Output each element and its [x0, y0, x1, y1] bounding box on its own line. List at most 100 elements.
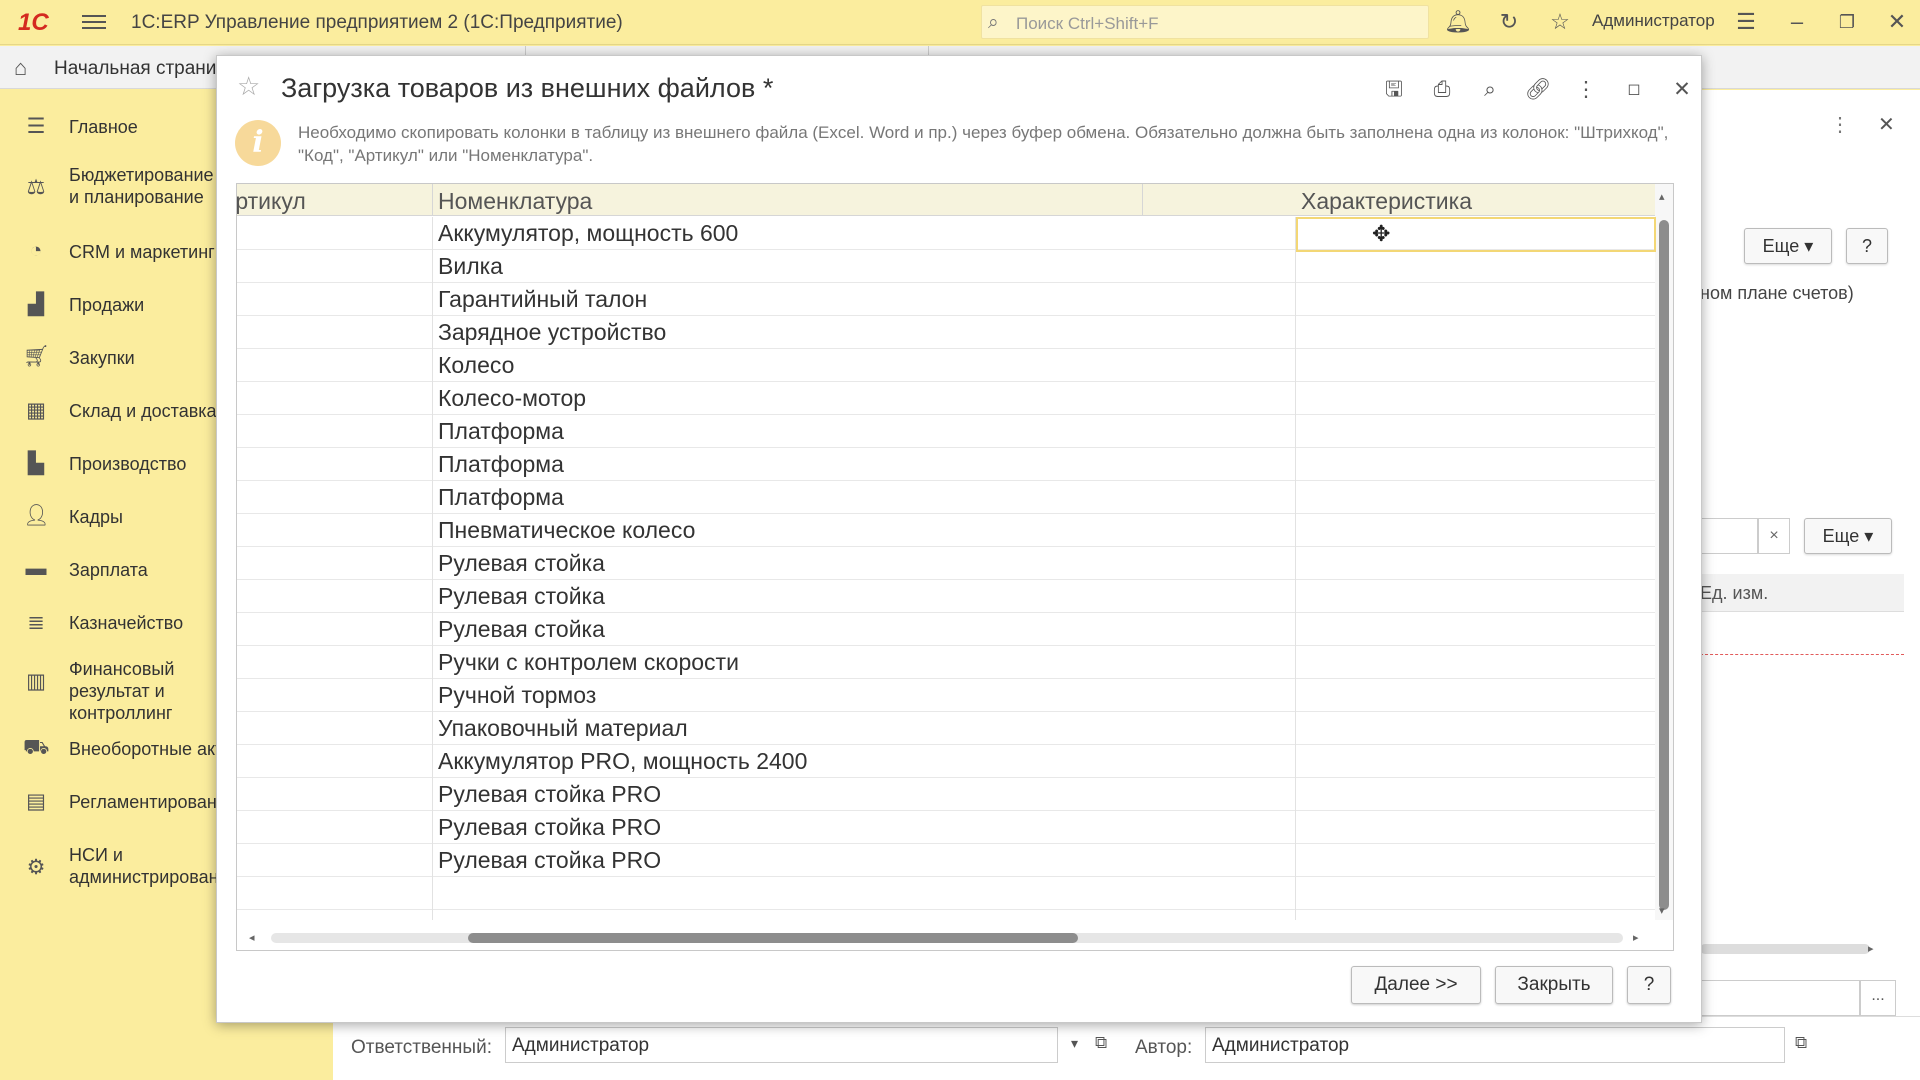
table-row[interactable]: Рулевая стойка PRO	[237, 778, 1655, 811]
characteristic-cell[interactable]	[1296, 250, 1656, 283]
table-row[interactable]: Рулевая стойка PRO	[237, 844, 1655, 877]
nomenclature-cell[interactable]: Аккумулятор, мощность 600	[433, 217, 1296, 250]
tab-home[interactable]: Начальная страница	[54, 58, 238, 80]
nomenclature-cell[interactable]: Зарядное устройство	[433, 316, 1296, 349]
horizontal-scrollbar[interactable]	[1700, 944, 1870, 954]
characteristic-cell[interactable]	[1296, 646, 1656, 679]
main-menu-icon[interactable]	[82, 11, 106, 33]
text-input[interactable]	[1700, 980, 1860, 1016]
goods-table[interactable]: Артикул Номенклатура Характеристика Акку…	[236, 183, 1674, 951]
sidebar-item-main[interactable]: ☰ Главное	[0, 106, 217, 146]
selected-cell[interactable]	[1296, 217, 1656, 252]
characteristic-cell[interactable]	[1296, 547, 1656, 580]
characteristic-cell[interactable]	[1296, 613, 1656, 646]
nomenclature-cell[interactable]: Платформа	[433, 448, 1296, 481]
article-cell[interactable]	[237, 547, 433, 580]
article-cell[interactable]	[237, 877, 433, 910]
save-icon[interactable]: 🖫︎	[1379, 75, 1409, 105]
characteristic-cell[interactable]	[1296, 514, 1656, 547]
nomenclature-cell[interactable]: Рулевая стойка PRO	[433, 778, 1296, 811]
article-cell[interactable]	[237, 679, 433, 712]
favorites-star-icon[interactable]: ☆	[1546, 9, 1574, 37]
sidebar-item-finance[interactable]: ▥ Финансовый результат и контроллинг	[0, 655, 217, 723]
sidebar-item-purchases[interactable]: 🛒︎ Закупки	[0, 337, 217, 377]
table-row[interactable]: Аккумулятор PRO, мощность 2400	[237, 745, 1655, 778]
more-button[interactable]: Еще ▾	[1744, 228, 1832, 264]
characteristic-cell[interactable]	[1296, 679, 1656, 712]
vertical-scroll-thumb[interactable]	[1659, 220, 1669, 910]
author-field[interactable]: Администратор	[1205, 1027, 1785, 1063]
characteristic-cell[interactable]	[1296, 811, 1656, 844]
characteristic-cell[interactable]	[1296, 580, 1656, 613]
ellipsis-button[interactable]: ...	[1860, 980, 1896, 1016]
open-responsible-icon[interactable]: ⧉	[1095, 1033, 1107, 1053]
article-cell[interactable]	[237, 646, 433, 679]
nomenclature-cell[interactable]: Рулевая стойка PRO	[433, 844, 1296, 877]
characteristic-cell[interactable]	[1296, 877, 1656, 910]
table-row[interactable]: Рулевая стойка	[237, 580, 1655, 613]
close-dialog-icon[interactable]: ✕	[1667, 75, 1697, 105]
sidebar-item-regulated[interactable]: ▤ Регламентированный учет	[0, 781, 217, 821]
nomenclature-cell[interactable]: Рулевая стойка PRO	[433, 811, 1296, 844]
characteristic-cell[interactable]	[1296, 349, 1656, 382]
more-button-2[interactable]: Еще ▾	[1804, 518, 1892, 554]
sidebar-item-production[interactable]: ▙ Производство	[0, 443, 217, 483]
nomenclature-cell[interactable]: Вилка	[433, 250, 1296, 283]
clear-filter-button[interactable]: ×	[1758, 518, 1790, 554]
nomenclature-cell[interactable]: Колесо	[433, 349, 1296, 382]
sidebar-item-salary[interactable]: ▬ Зарплата	[0, 549, 217, 589]
open-author-icon[interactable]: ⧉	[1795, 1033, 1807, 1053]
nomenclature-cell[interactable]: Рулевая стойка	[433, 613, 1296, 646]
characteristic-cell[interactable]	[1296, 448, 1656, 481]
scroll-left-arrow-icon[interactable]: ◂	[249, 931, 255, 944]
characteristic-cell[interactable]	[1296, 415, 1656, 448]
article-cell[interactable]	[237, 613, 433, 646]
article-cell[interactable]	[237, 811, 433, 844]
help-button[interactable]: ?	[1846, 228, 1888, 264]
search-input[interactable]: ⌕ Поиск Ctrl+Shift+F	[981, 5, 1429, 39]
table-row[interactable]: Колесо-мотор	[237, 382, 1655, 415]
article-cell[interactable]	[237, 481, 433, 514]
sidebar-item-assets[interactable]: ⛟ Внеоборотные активы	[0, 728, 217, 768]
minimize-icon[interactable]: –	[1783, 9, 1811, 37]
characteristic-cell[interactable]	[1296, 745, 1656, 778]
responsible-field[interactable]: Администратор	[505, 1027, 1058, 1063]
scroll-up-arrow-icon[interactable]: ▴	[1659, 190, 1665, 203]
nomenclature-cell[interactable]: Аккумулятор PRO, мощность 2400	[433, 745, 1296, 778]
table-row[interactable]: Ручной тормоз	[237, 679, 1655, 712]
column-header-article[interactable]: Артикул	[237, 184, 433, 216]
nomenclature-cell[interactable]	[433, 877, 1296, 910]
table-row[interactable]: Вилка	[237, 250, 1655, 283]
nomenclature-cell[interactable]: Ручной тормоз	[433, 679, 1296, 712]
article-cell[interactable]	[237, 844, 433, 877]
sidebar-item-admin[interactable]: ⚙ НСИ и администрирование	[0, 841, 217, 891]
print-icon[interactable]: ⎙	[1427, 75, 1457, 105]
table-row[interactable]: Колесо	[237, 349, 1655, 382]
table-row[interactable]: Платформа	[237, 415, 1655, 448]
table-row[interactable]: Ручки с контролем скорости	[237, 646, 1655, 679]
characteristic-cell[interactable]	[1296, 778, 1656, 811]
nomenclature-cell[interactable]: Пневматическое колесо	[433, 514, 1296, 547]
table-row[interactable]: Пневматическое колесо	[237, 514, 1655, 547]
home-icon[interactable]: ⌂	[14, 55, 27, 81]
table-row[interactable]: Рулевая стойка	[237, 613, 1655, 646]
vertical-scrollbar[interactable]: ▴ ▾	[1655, 184, 1673, 920]
nomenclature-cell[interactable]: Платформа	[433, 481, 1296, 514]
article-cell[interactable]	[237, 712, 433, 745]
characteristic-cell[interactable]	[1296, 382, 1656, 415]
history-icon[interactable]: ↻	[1495, 9, 1523, 37]
sidebar-item-crm[interactable]: ◔ CRM и маркетинг	[0, 231, 217, 271]
characteristic-cell[interactable]	[1296, 316, 1656, 349]
table-row[interactable]: Рулевая стойка	[237, 547, 1655, 580]
article-cell[interactable]	[237, 382, 433, 415]
nomenclature-cell[interactable]: Рулевая стойка	[433, 580, 1296, 613]
filter-input[interactable]	[1700, 518, 1758, 554]
table-row[interactable]: Платформа	[237, 448, 1655, 481]
nomenclature-cell[interactable]: Платформа	[433, 415, 1296, 448]
close-window-icon[interactable]: ✕	[1883, 9, 1911, 37]
sidebar-item-hr[interactable]: 👤︎ Кадры	[0, 496, 217, 536]
article-cell[interactable]	[237, 514, 433, 547]
table-row[interactable]: Упаковочный материал	[237, 712, 1655, 745]
nomenclature-cell[interactable]: Упаковочный материал	[433, 712, 1296, 745]
next-button[interactable]: Далее >>	[1351, 966, 1481, 1004]
